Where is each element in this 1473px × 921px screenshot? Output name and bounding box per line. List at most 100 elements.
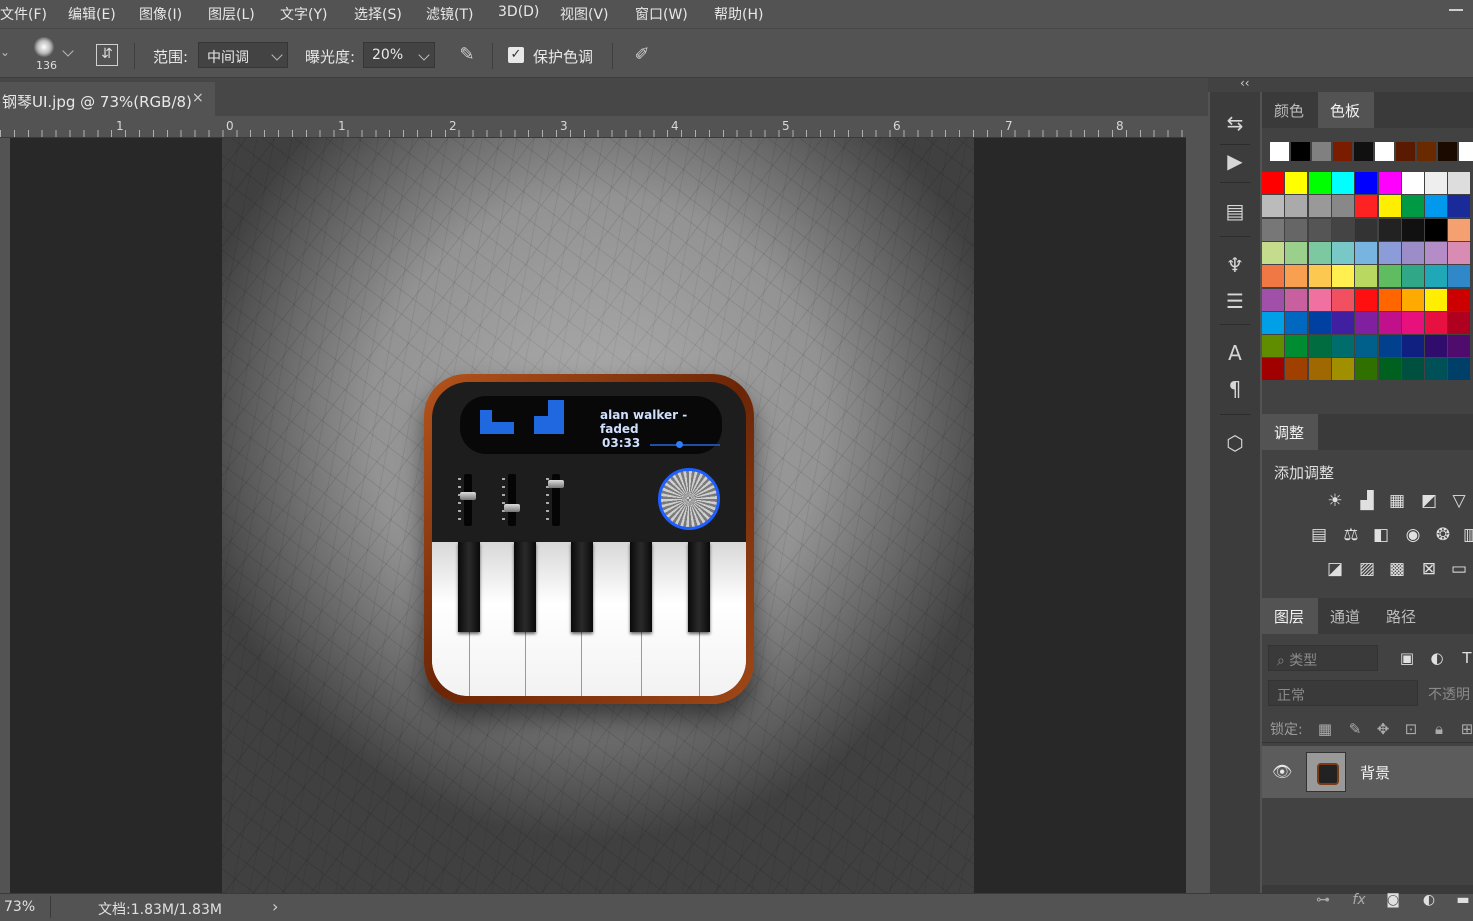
- exposure-input[interactable]: 20%: [363, 42, 435, 68]
- brush-preview-icon[interactable]: [34, 37, 54, 57]
- color-swatch[interactable]: [1401, 172, 1424, 194]
- fill-icon[interactable]: ⊞: [1456, 718, 1473, 740]
- color-swatch[interactable]: [1331, 335, 1354, 358]
- menu-file[interactable]: 文件(F): [0, 4, 47, 24]
- color-swatch[interactable]: [1378, 218, 1401, 241]
- layer-row[interactable]: 👁︎ 背景: [1262, 746, 1473, 798]
- color-swatch[interactable]: [1331, 311, 1354, 334]
- color-swatch[interactable]: [1401, 195, 1424, 218]
- color-swatch[interactable]: [1448, 172, 1471, 194]
- color-swatch[interactable]: [1378, 288, 1401, 311]
- tab-swatches[interactable]: 色板: [1330, 100, 1360, 121]
- color-lookup-icon[interactable]: ▥: [1460, 524, 1473, 546]
- color-swatch[interactable]: [1425, 218, 1448, 241]
- brush-panel-icon[interactable]: ⇵: [96, 44, 118, 66]
- menu-window[interactable]: 窗口(W): [635, 4, 688, 24]
- curves-icon[interactable]: ▦: [1386, 490, 1408, 512]
- history-icon[interactable]: ⇆: [1222, 110, 1248, 136]
- minimize-icon[interactable]: [1449, 9, 1463, 11]
- color-swatch[interactable]: [1308, 172, 1331, 194]
- invert-icon[interactable]: ◪: [1324, 558, 1346, 580]
- tool-presets-icon[interactable]: ☰: [1222, 288, 1248, 314]
- color-swatch[interactable]: [1308, 195, 1331, 218]
- color-swatch[interactable]: [1308, 335, 1331, 358]
- color-swatch[interactable]: [1417, 142, 1436, 161]
- color-swatch[interactable]: [1285, 172, 1308, 194]
- color-swatch[interactable]: [1355, 195, 1378, 218]
- tab-channels[interactable]: 通道: [1330, 606, 1360, 627]
- color-swatch[interactable]: [1270, 142, 1289, 161]
- color-swatch[interactable]: [1285, 265, 1308, 288]
- tab-paths[interactable]: 路径: [1386, 606, 1416, 627]
- color-swatch[interactable]: [1331, 218, 1354, 241]
- filter-adjustment-icon[interactable]: ◐: [1426, 647, 1448, 669]
- color-swatch[interactable]: [1378, 265, 1401, 288]
- color-swatch[interactable]: [1401, 311, 1424, 334]
- range-select[interactable]: 中间调: [198, 42, 288, 68]
- actions-play-icon[interactable]: ▶: [1222, 148, 1248, 174]
- color-swatch[interactable]: [1308, 218, 1331, 241]
- color-swatch[interactable]: [1354, 142, 1373, 161]
- lock-image-icon[interactable]: ✎: [1344, 718, 1366, 740]
- color-swatch[interactable]: [1262, 172, 1284, 194]
- color-swatch[interactable]: [1285, 358, 1308, 381]
- color-swatch[interactable]: [1308, 241, 1331, 264]
- color-swatch[interactable]: [1285, 335, 1308, 358]
- color-swatch[interactable]: [1355, 265, 1378, 288]
- color-swatch[interactable]: [1425, 358, 1448, 381]
- menu-edit[interactable]: 编辑(E): [68, 4, 116, 24]
- color-swatch[interactable]: [1262, 335, 1284, 358]
- tab-color[interactable]: 颜色: [1274, 100, 1304, 121]
- color-swatch[interactable]: [1401, 335, 1424, 358]
- menu-image[interactable]: 图像(I): [139, 4, 182, 24]
- lock-transparent-icon[interactable]: ▦: [1314, 718, 1336, 740]
- color-swatch[interactable]: [1425, 265, 1448, 288]
- selective-color-icon[interactable]: ⊠: [1418, 558, 1440, 580]
- color-swatch[interactable]: [1285, 288, 1308, 311]
- color-swatch[interactable]: [1262, 218, 1284, 241]
- channel-mixer-icon[interactable]: ❂: [1432, 524, 1454, 546]
- color-swatch[interactable]: [1448, 265, 1471, 288]
- color-swatch[interactable]: [1308, 288, 1331, 311]
- color-swatch[interactable]: [1308, 358, 1331, 381]
- eye-icon[interactable]: 👁︎: [1272, 762, 1292, 782]
- zoom-level[interactable]: 73%: [4, 899, 35, 915]
- color-swatch[interactable]: [1355, 311, 1378, 334]
- color-swatch[interactable]: [1378, 358, 1401, 381]
- tab-layers[interactable]: 图层: [1274, 606, 1304, 627]
- brush-picker-caret-icon[interactable]: [62, 45, 74, 57]
- color-swatch[interactable]: [1331, 195, 1354, 218]
- color-swatch[interactable]: [1331, 265, 1354, 288]
- color-swatch[interactable]: [1355, 335, 1378, 358]
- color-swatch[interactable]: [1401, 218, 1424, 241]
- color-swatch[interactable]: [1262, 265, 1284, 288]
- color-swatch[interactable]: [1262, 195, 1284, 218]
- color-swatch[interactable]: [1312, 142, 1331, 161]
- color-swatch[interactable]: [1355, 358, 1378, 381]
- color-swatch[interactable]: [1331, 172, 1354, 194]
- airbrush-icon[interactable]: ✎: [455, 43, 479, 67]
- color-swatch[interactable]: [1262, 358, 1284, 381]
- tool-preset-caret-icon[interactable]: ⌄: [0, 45, 10, 59]
- close-icon[interactable]: ×: [192, 90, 204, 106]
- filter-pixel-icon[interactable]: ▣: [1396, 647, 1418, 669]
- photo-filter-icon[interactable]: ◉: [1402, 524, 1424, 546]
- menu-3d[interactable]: 3D(D): [498, 4, 539, 20]
- color-swatch[interactable]: [1425, 172, 1448, 194]
- posterize-icon[interactable]: ▨: [1356, 558, 1378, 580]
- color-swatch[interactable]: [1355, 288, 1378, 311]
- black-white-icon[interactable]: ◧: [1370, 524, 1392, 546]
- color-swatch[interactable]: [1262, 288, 1284, 311]
- threshold-icon[interactable]: ▩: [1386, 558, 1408, 580]
- status-menu-arrow-icon[interactable]: ›: [272, 897, 278, 916]
- color-swatch[interactable]: [1448, 288, 1471, 311]
- color-swatch[interactable]: [1401, 288, 1424, 311]
- gradient-map-icon[interactable]: ▭: [1448, 558, 1470, 580]
- properties-icon[interactable]: ▤: [1222, 198, 1248, 224]
- color-swatch[interactable]: [1355, 241, 1378, 264]
- tab-adjustments[interactable]: 调整: [1274, 422, 1304, 443]
- color-swatch[interactable]: [1425, 335, 1448, 358]
- canvas-workspace[interactable]: alan walker - faded 03:33: [10, 138, 1186, 893]
- document-tab[interactable]: 钢琴UI.jpg @ 73%(RGB/8) ×: [0, 82, 215, 116]
- color-swatch[interactable]: [1425, 311, 1448, 334]
